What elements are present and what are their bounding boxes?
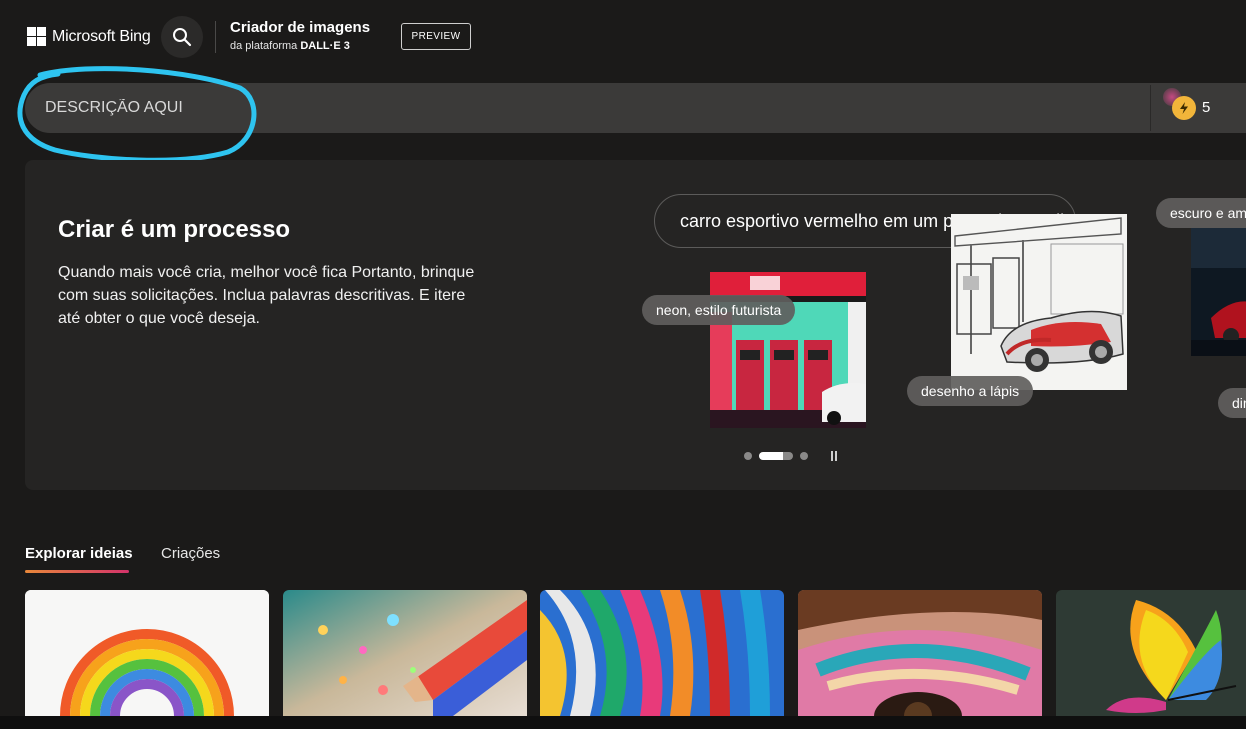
gallery-thumb-butterfly[interactable]	[1056, 590, 1246, 716]
prompt-input[interactable]	[45, 92, 1135, 124]
boost-icon[interactable]	[1172, 96, 1196, 120]
gallery-thumb-eye[interactable]	[798, 590, 1042, 716]
tab-explore-ideas[interactable]: Explorar ideias	[25, 545, 133, 562]
tab-creations[interactable]: Criações	[161, 545, 220, 562]
search-button[interactable]	[161, 16, 203, 58]
carousel-dot-active[interactable]	[759, 452, 793, 460]
style-tag-neon: neon, estilo futurista	[642, 295, 796, 325]
carousel-dots[interactable]	[744, 452, 808, 460]
carousel-dot[interactable]	[800, 452, 808, 460]
gallery-thumb-rainbow[interactable]	[25, 590, 269, 716]
gallery-thumb-pencil[interactable]	[283, 590, 527, 716]
pause-icon[interactable]	[831, 451, 839, 461]
brand-name: Microsoft Bing	[52, 27, 151, 45]
hero-title: Criar é um processo	[58, 216, 291, 243]
hero-description: Quando mais você cria, melhor você fica …	[58, 264, 475, 327]
style-tag-pencil: desenho a lápis	[907, 376, 1034, 406]
preview-badge[interactable]: PREVIEW	[401, 23, 471, 50]
example-image-dark	[1191, 228, 1246, 356]
example-image-sketch	[951, 214, 1127, 390]
boost-count: 5	[1202, 99, 1211, 116]
style-tag-partial: dir	[1218, 388, 1246, 418]
active-tab-indicator	[25, 570, 129, 573]
lightning-icon	[1180, 102, 1188, 114]
app-title[interactable]: Criador de imagens	[230, 19, 370, 36]
gallery-thumb-ribbons[interactable]	[540, 590, 784, 716]
prompt-bar-divider	[1150, 85, 1151, 131]
microsoft-logo-icon	[27, 27, 46, 46]
carousel-dot[interactable]	[744, 452, 752, 460]
search-icon	[173, 28, 192, 47]
taskbar-strip	[0, 716, 1246, 729]
header-divider	[215, 21, 216, 53]
app-subtitle: da plataforma DALL·E 3	[230, 40, 350, 52]
bing-logo[interactable]: Microsoft Bing	[27, 27, 151, 46]
style-tag-dark: escuro e am	[1156, 198, 1246, 228]
